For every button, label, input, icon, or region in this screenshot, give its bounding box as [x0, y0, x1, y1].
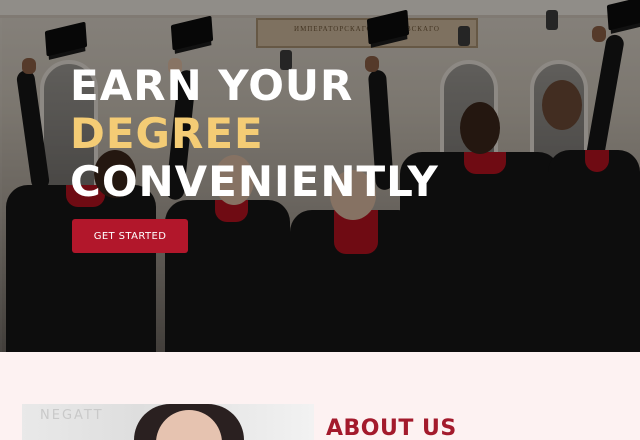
get-started-button[interactable]: GET STARTED — [72, 219, 188, 253]
headline-line-2: DEGREE — [70, 109, 264, 158]
about-title: ABOUT US — [326, 416, 457, 440]
hero-section: ИМПЕРАТОРСКАГО МОСКОВСКАГО — [0, 0, 640, 352]
about-section: NEGATT ABOUT US — [0, 352, 640, 440]
headline-line-1: EARN YOUR — [70, 61, 354, 110]
hero-headline: EARN YOUR DEGREE CONVENIENTLY — [70, 62, 439, 206]
about-photo: NEGATT — [22, 404, 314, 440]
photo-background-text: NEGATT — [40, 408, 104, 423]
headline-line-3: CONVENIENTLY — [70, 157, 439, 206]
